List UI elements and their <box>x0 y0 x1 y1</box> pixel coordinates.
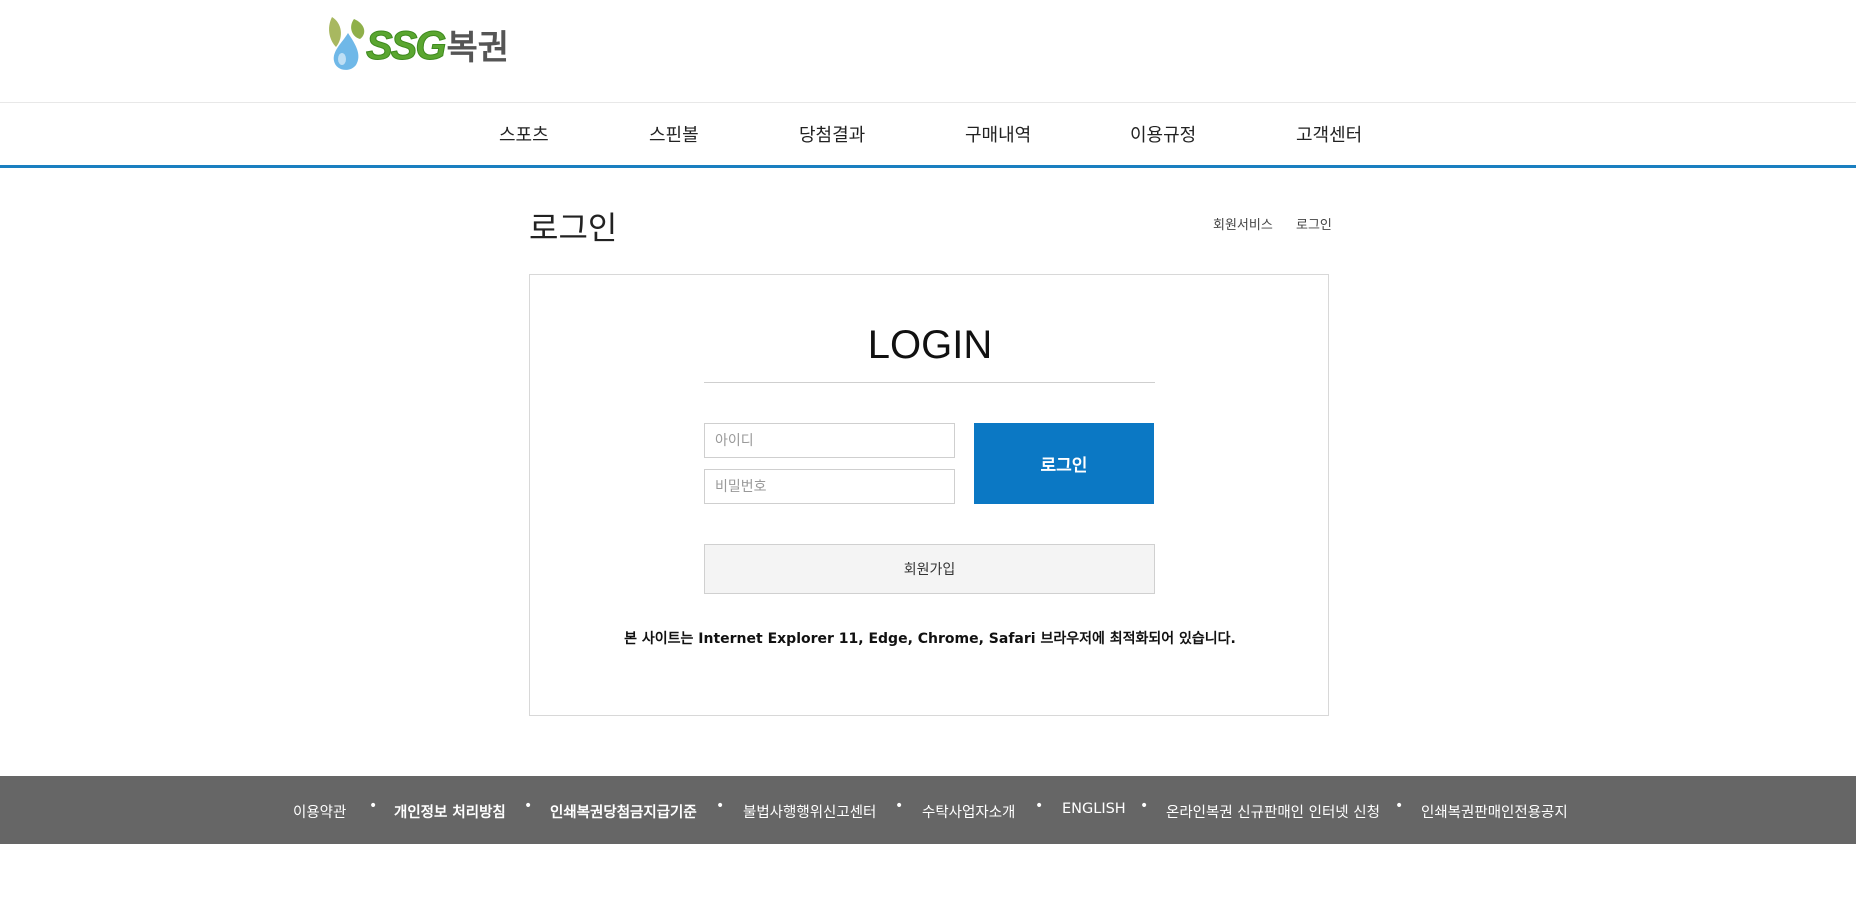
user-id-input[interactable] <box>704 423 955 458</box>
footer-link-retailer-application[interactable]: 온라인복권 신규판매인 인터넷 신청 <box>1166 801 1380 822</box>
logo-leaf-drop-icon <box>326 15 372 73</box>
footer-link-terms[interactable]: 이용약관 <box>293 801 346 822</box>
footer-separator: • <box>716 798 725 814</box>
ssg-lottery-logo[interactable]: SSG 복권 <box>326 14 526 74</box>
logo-wordmark: SSG 복권 <box>365 20 510 69</box>
login-heading-divider <box>704 382 1155 383</box>
nav-item-purchases[interactable]: 구매내역 <box>965 121 1031 147</box>
footer-separator: • <box>1140 798 1149 814</box>
login-submit-button[interactable]: 로그인 <box>974 423 1154 504</box>
footer-link-operator-intro[interactable]: 수탁사업자소개 <box>922 801 1015 822</box>
nav-item-support[interactable]: 고객센터 <box>1296 121 1362 147</box>
page-title: 로그인 <box>529 209 618 247</box>
logo-korean-text: 복권 <box>446 27 510 68</box>
nav-item-sports[interactable]: 스포츠 <box>499 121 549 147</box>
footer-link-retailer-notice[interactable]: 인쇄복권판매인전용공지 <box>1421 801 1568 822</box>
site-footer: 이용약관 • 개인정보 처리방침 • 인쇄복권당첨금지급기준 • 불법사행행위신… <box>0 776 1856 844</box>
login-heading: LOGIN <box>867 323 993 367</box>
nav-item-results[interactable]: 당첨결과 <box>799 121 865 147</box>
breadcrumb-login[interactable]: 로그인 <box>1296 214 1332 233</box>
site-header: SSG 복권 <box>0 0 1856 103</box>
footer-separator: • <box>895 798 904 814</box>
footer-separator: • <box>369 798 378 814</box>
main-nav: 스포츠 스핀볼 당첨결과 구매내역 이용규정 고객센터 <box>0 103 1856 168</box>
footer-separator: • <box>1035 798 1044 814</box>
password-input[interactable] <box>704 469 955 504</box>
footer-separator: • <box>524 798 533 814</box>
sign-up-button[interactable]: 회원가입 <box>704 544 1155 594</box>
nav-item-spinball[interactable]: 스핀볼 <box>649 121 699 147</box>
nav-item-rules[interactable]: 이용규정 <box>1130 121 1196 147</box>
breadcrumb-member-service[interactable]: 회원서비스 <box>1213 214 1273 233</box>
footer-link-english[interactable]: ENGLISH <box>1062 801 1126 817</box>
browser-support-notice: 본 사이트는 Internet Explorer 11, Edge, Chrom… <box>624 631 1236 647</box>
footer-link-report-center[interactable]: 불법사행행위신고센터 <box>743 801 876 822</box>
logo-latin-text: SSG <box>365 23 447 68</box>
footer-link-prize-criteria[interactable]: 인쇄복권당첨금지급기준 <box>550 801 697 822</box>
footer-link-privacy[interactable]: 개인정보 처리방침 <box>394 801 506 822</box>
login-panel: LOGIN 로그인 회원가입 본 사이트는 Internet Explorer … <box>529 274 1329 716</box>
footer-separator: • <box>1395 798 1404 814</box>
